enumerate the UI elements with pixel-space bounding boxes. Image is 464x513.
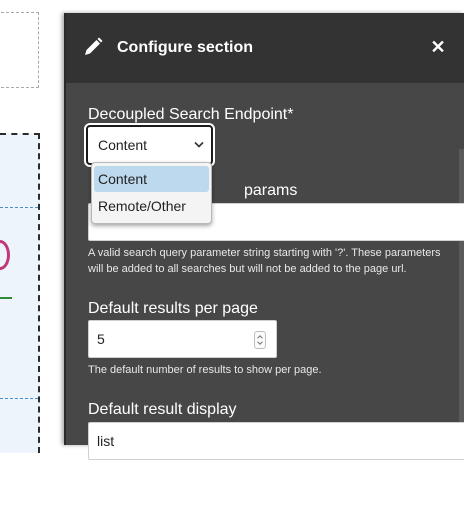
results-per-page-value: 5 [97,331,105,347]
endpoint-label: Decoupled Search Endpoint* [88,106,294,123]
result-display-value: list [97,433,115,449]
dropdown-option-content[interactable]: Content [94,166,209,192]
dropdown-option-remote-other[interactable]: Remote/Other [94,193,209,219]
endpoint-dropdown-menu: Content Remote/Other [91,162,212,224]
close-icon[interactable]: ✕ [430,38,446,56]
params-description-line2: will be added to all searches but will n… [88,263,407,275]
result-display-label: Default result display [88,401,237,418]
panel-scrollbar[interactable] [459,149,464,445]
panel-title: Configure section [117,39,254,56]
region-divider [0,207,38,208]
params-description-line1: A valid search query parameter string st… [88,247,441,259]
panel-header: Configure section ✕ [66,13,464,83]
result-display-input[interactable]: list [88,422,464,460]
results-per-page-input[interactable]: 5 [88,320,277,358]
results-per-page-label: Default results per page [88,300,258,317]
region-gap [0,491,38,513]
params-label: params [244,182,298,199]
block-underline [0,297,12,299]
number-stepper-icon[interactable] [254,331,266,349]
region-divider [0,398,38,399]
pencil-icon [85,37,103,55]
endpoint-select[interactable]: Content [84,123,215,167]
results-per-page-description: The default number of results to show pe… [88,364,322,376]
chevron-down-icon [194,141,204,148]
layout-builder-region [0,133,40,513]
endpoint-select-value: Content [98,137,148,153]
configure-section-panel: Configure section ✕ Decoupled Search End… [64,13,464,460]
layout-placeholder-box [0,12,39,88]
